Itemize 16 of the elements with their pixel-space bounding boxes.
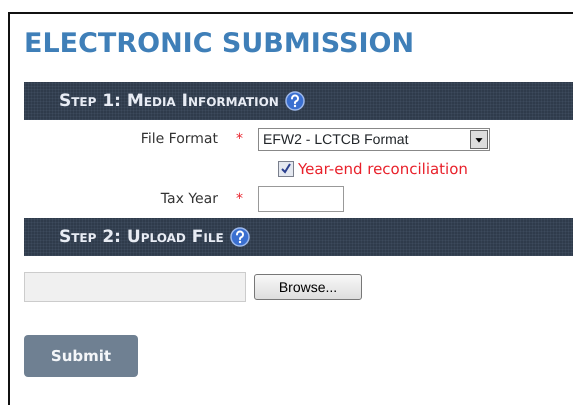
- help-icon[interactable]: [284, 91, 305, 112]
- step-heading: Step 1: Media Information: [59, 90, 279, 113]
- page-title: ELECTRONIC SUBMISSION: [24, 28, 416, 60]
- required-marker: *: [236, 190, 244, 209]
- submit-button[interactable]: Submit: [24, 335, 138, 378]
- browse-button[interactable]: Browse...: [254, 274, 362, 300]
- field-label: Tax Year: [160, 190, 219, 209]
- file-format-dropdown[interactable]: EFW2 - LCTCB Format: [258, 128, 490, 151]
- field-label: File Format: [140, 130, 219, 149]
- step-heading: Step 2: Upload File: [59, 226, 224, 249]
- required-marker: *: [236, 130, 244, 149]
- checkbox-label: Year-end reconciliation: [298, 159, 468, 180]
- help-icon[interactable]: [230, 227, 250, 248]
- tax-year-input[interactable]: [258, 186, 344, 212]
- file-path-field[interactable]: [24, 272, 246, 302]
- checkbox[interactable]: [278, 161, 294, 178]
